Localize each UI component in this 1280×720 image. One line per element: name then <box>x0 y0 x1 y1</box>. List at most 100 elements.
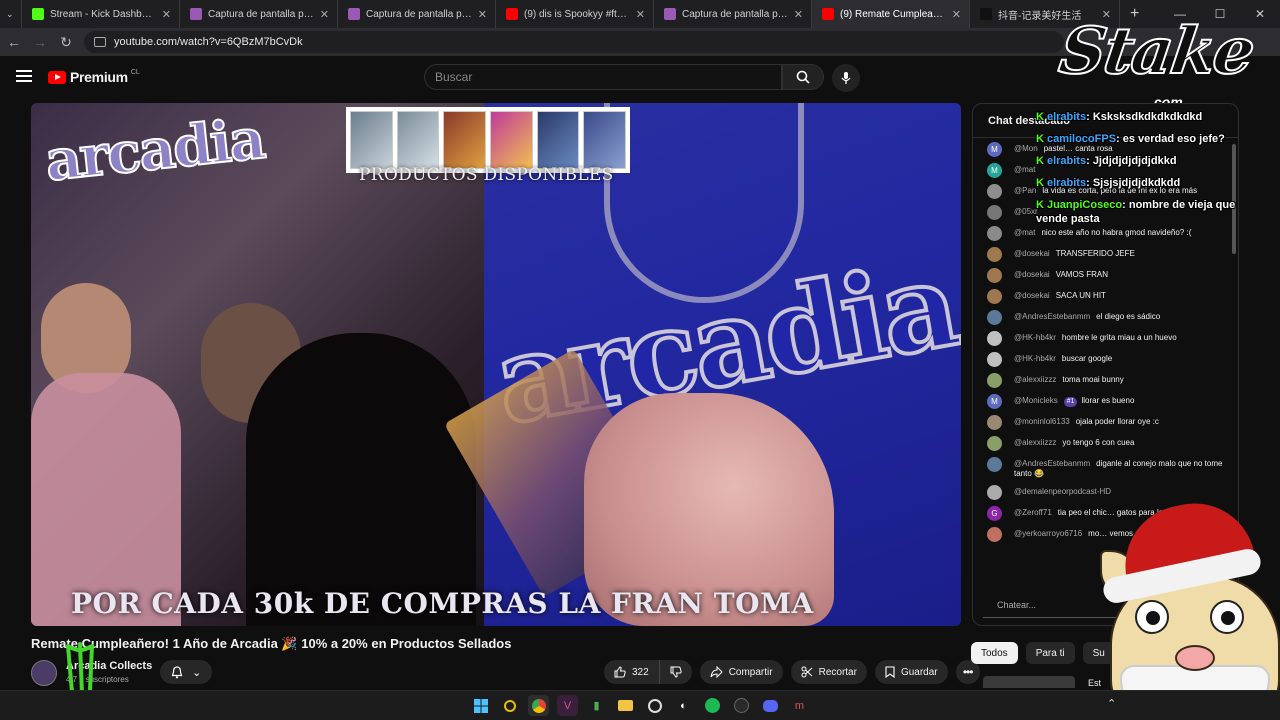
chat-message[interactable]: @HK-hb4kr hombre le grita miau a un huevo <box>987 331 1232 346</box>
chat-avatar[interactable]: M <box>987 163 1002 178</box>
menu-icon[interactable] <box>16 70 32 82</box>
chat-message[interactable]: @moninlol6133 ojala poder llorar oye :c <box>987 415 1232 430</box>
site-info-icon[interactable] <box>94 37 106 47</box>
chat-author[interactable]: @yerkoarroyo6716 <box>1014 529 1082 538</box>
file-explorer-icon[interactable] <box>615 695 636 716</box>
video-player[interactable]: arcadia arcadia PRODUCTOS DISPONIBLES PO… <box>31 103 961 626</box>
filter-chip[interactable]: Todos <box>971 642 1018 664</box>
youtube-logo[interactable]: Premium CL <box>48 69 140 85</box>
browser-tab[interactable]: Captura de pantalla por Lightsh ✕ <box>654 0 812 28</box>
chat-author[interactable]: @AndresEstebanmm <box>1014 459 1090 468</box>
voice-search-button[interactable] <box>832 64 860 92</box>
browser-tab[interactable]: (9) Remate Cumpleañero! 1 ✕ <box>812 0 970 28</box>
chat-author[interactable]: @dosekai <box>1014 270 1050 279</box>
close-icon[interactable]: ✕ <box>636 8 645 21</box>
taskbar-apps: V ▮ ◐ m <box>470 695 810 716</box>
chat-author[interactable]: @dosekai <box>1014 249 1050 258</box>
chat-author[interactable]: @demalenpeorpodcast-HD <box>1014 487 1111 496</box>
close-icon[interactable]: ✕ <box>162 8 171 21</box>
chat-author[interactable]: @05xr <box>1014 207 1038 216</box>
windows-start-icon[interactable] <box>470 695 491 716</box>
search-app-icon[interactable] <box>499 695 520 716</box>
filter-chip[interactable]: Para ti <box>1025 642 1075 664</box>
chat-author[interactable]: @Mon <box>1014 144 1038 153</box>
chat-avatar[interactable] <box>987 331 1002 346</box>
chat-message[interactable]: @alexxiizzz toma moai bunny <box>987 373 1232 388</box>
browser-tab[interactable]: Stream - Kick Dashboard ✕ <box>22 0 180 28</box>
notifications-button[interactable]: ⌄ <box>160 660 212 684</box>
forward-button[interactable]: → <box>28 34 52 50</box>
chat-message[interactable]: @demalenpeorpodcast-HD <box>987 485 1232 500</box>
chat-author[interactable]: @AndresEstebanmm <box>1014 312 1090 321</box>
chat-author[interactable]: @HK-hb4kr <box>1014 354 1056 363</box>
chat-author[interactable]: @dosekai <box>1014 291 1050 300</box>
chevron-up-icon[interactable]: ⌃ <box>1107 697 1116 710</box>
chat-avatar[interactable] <box>987 527 1002 542</box>
save-button[interactable]: Guardar <box>874 660 948 684</box>
tab-search-dropdown[interactable]: ⌄ <box>0 0 22 28</box>
chat-author[interactable]: @HK-hb4kr <box>1014 333 1056 342</box>
chat-message[interactable]: @alexxiizzz yo tengo 6 con cuea <box>987 436 1232 451</box>
chat-avatar[interactable] <box>987 247 1002 262</box>
capcut-icon[interactable]: ◐ <box>673 695 694 716</box>
browser-tab[interactable]: Captura de pantalla por Lightsh ✕ <box>338 0 496 28</box>
chat-author[interactable]: @mat <box>1014 165 1035 174</box>
chat-message[interactable]: @dosekai TRANSFERIDO JEFE <box>987 247 1232 262</box>
close-icon[interactable]: ✕ <box>952 8 961 21</box>
app-m-icon[interactable]: m <box>789 695 810 716</box>
chat-author[interactable]: @Pan <box>1014 186 1036 195</box>
chat-avatar[interactable] <box>987 485 1002 500</box>
chat-avatar[interactable] <box>987 310 1002 325</box>
chat-avatar[interactable] <box>987 184 1002 199</box>
chat-avatar[interactable]: G <box>987 506 1002 521</box>
browser-tab[interactable]: (9) dis is Spookyy #ftp - YouTub ✕ <box>496 0 654 28</box>
chat-avatar[interactable] <box>987 373 1002 388</box>
browser-tab[interactable]: Captura de pantalla por Lightsh ✕ <box>180 0 338 28</box>
app-circle-icon[interactable] <box>731 695 752 716</box>
chat-avatar[interactable] <box>987 268 1002 283</box>
chat-message[interactable]: @dosekai SACA UN HIT <box>987 289 1232 304</box>
chat-message[interactable]: @AndresEstebanmm diganle al conejo malo q… <box>987 457 1232 479</box>
discord-icon[interactable] <box>760 695 781 716</box>
chat-avatar[interactable]: M <box>987 394 1002 409</box>
chat-author[interactable]: @Zeroff71 <box>1014 508 1052 517</box>
channel-avatar[interactable] <box>31 660 57 686</box>
chrome-icon[interactable] <box>528 695 549 716</box>
chat-author[interactable]: @Monicleks <box>1014 396 1058 405</box>
back-button[interactable]: ← <box>2 34 26 50</box>
chat-avatar[interactable] <box>987 457 1002 472</box>
share-button[interactable]: Compartir <box>699 660 783 684</box>
obs-icon[interactable] <box>644 695 665 716</box>
chat-message-body: @dosekai TRANSFERIDO JEFE <box>1014 247 1232 259</box>
chat-avatar[interactable] <box>987 226 1002 241</box>
search-button[interactable] <box>782 64 824 90</box>
dislike-button[interactable] <box>659 660 692 684</box>
chat-avatar[interactable] <box>987 205 1002 220</box>
app-green-icon[interactable]: ▮ <box>586 695 607 716</box>
chat-message[interactable]: @HK-hb4kr buscar google <box>987 352 1232 367</box>
chat-avatar[interactable] <box>987 415 1002 430</box>
close-icon[interactable]: ✕ <box>478 8 487 21</box>
spotify-icon[interactable] <box>702 695 723 716</box>
app-v-icon[interactable]: V <box>557 695 578 716</box>
chat-author[interactable]: @alexxiizzz <box>1014 375 1056 384</box>
search-input[interactable]: Buscar <box>424 64 782 90</box>
clip-button[interactable]: Recortar <box>790 660 867 684</box>
recommended-video-thumbnail[interactable] <box>983 676 1075 688</box>
chat-author[interactable]: @alexxiizzz <box>1014 438 1056 447</box>
chat-avatar[interactable] <box>987 289 1002 304</box>
chat-message[interactable]: @dosekai VAMOS FRAN <box>987 268 1232 283</box>
chat-message[interactable]: M @Monicleks #1 llorar es bueno <box>987 394 1232 409</box>
chat-avatar[interactable]: M <box>987 142 1002 157</box>
chat-author[interactable]: @moninlol6133 <box>1014 417 1070 426</box>
url-input[interactable]: youtube.com/watch?v=6QBzM7bCvDk <box>84 31 1064 53</box>
chat-avatar[interactable] <box>987 352 1002 367</box>
close-icon[interactable]: ✕ <box>794 8 803 21</box>
like-button[interactable]: 322 <box>604 660 660 684</box>
chat-avatar[interactable] <box>987 436 1002 451</box>
chat-message[interactable]: @AndresEstebanmm el diego es sádico <box>987 310 1232 325</box>
reload-button[interactable]: ↻ <box>54 34 78 51</box>
close-icon[interactable]: ✕ <box>320 8 329 21</box>
share-label: Compartir <box>728 666 773 678</box>
chat-author[interactable]: @mat <box>1014 228 1035 237</box>
